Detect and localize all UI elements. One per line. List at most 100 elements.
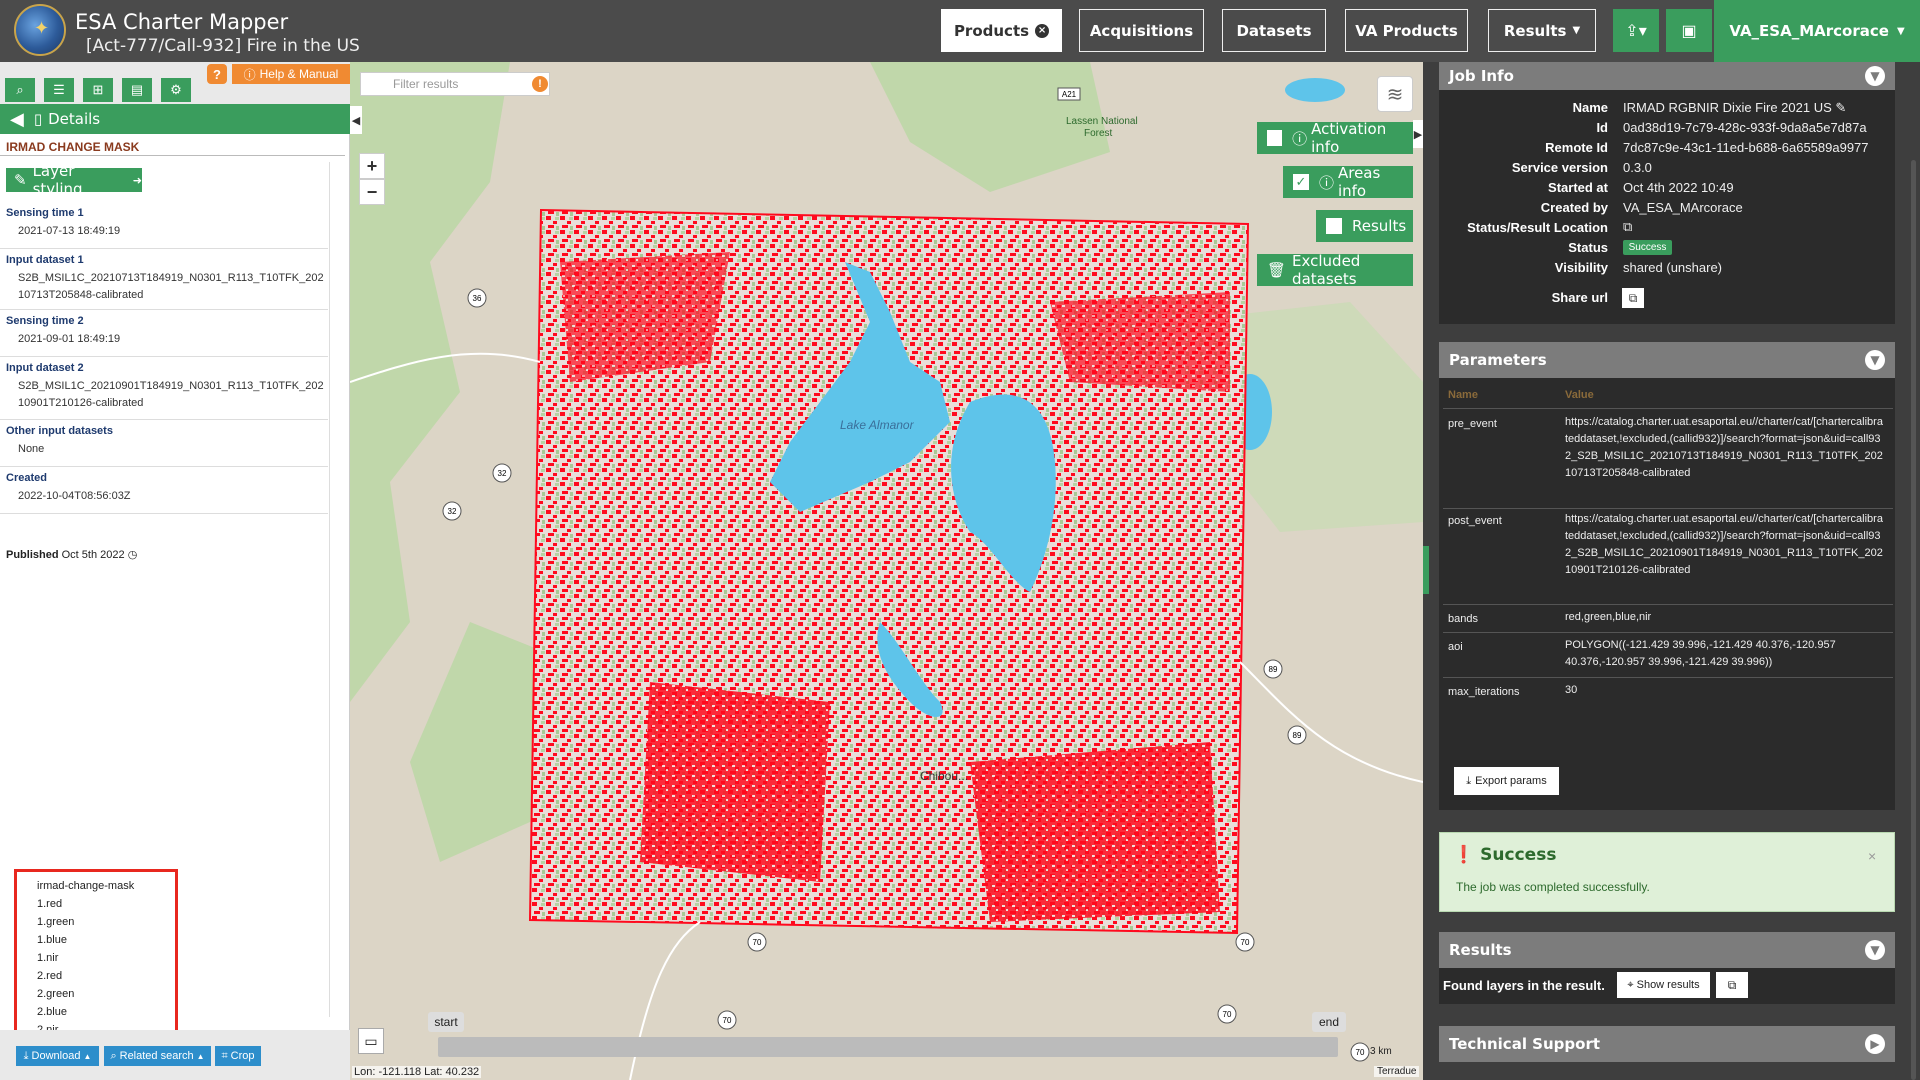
settings-tool-button[interactable]: ⚙: [161, 78, 191, 102]
help-manual-button[interactable]: ⓘ Help & Manual: [232, 64, 350, 84]
show-results-button[interactable]: ⌖ Show results: [1617, 972, 1710, 998]
chevron-down-icon[interactable]: ▼: [1865, 66, 1885, 86]
technical-support-header[interactable]: Technical Support ▶: [1439, 1026, 1895, 1062]
change-cluster: [640, 682, 830, 882]
related-search-button[interactable]: ⌕ Related search ▲: [104, 1046, 211, 1066]
close-icon[interactable]: ×: [1868, 848, 1876, 864]
briefcase-button[interactable]: ▣: [1666, 9, 1712, 52]
map-marker-icon: ⌖: [1627, 978, 1634, 991]
chevron-down-icon[interactable]: ▼: [1865, 940, 1885, 960]
nav-va-products-button[interactable]: VA Products: [1345, 9, 1468, 52]
band-item[interactable]: 1.blue: [37, 934, 67, 946]
excluded-datasets-button[interactable]: 🗑 Excluded datasets: [1257, 252, 1413, 288]
info-created: Created 2022-10-04T08:56:03Z: [0, 468, 328, 514]
close-icon[interactable]: ×: [1035, 23, 1050, 38]
layer-styling-button[interactable]: ✎ Layer styling ➜: [6, 162, 142, 198]
right-panel-scrollbar[interactable]: [1911, 160, 1916, 1080]
results-header[interactable]: Results ▼: [1439, 932, 1895, 968]
visibility-value[interactable]: shared (unshare): [1623, 260, 1722, 275]
basket-tool-button[interactable]: ⊞: [83, 78, 113, 102]
job-info-header[interactable]: Job Info ▼: [1439, 62, 1895, 90]
band-item[interactable]: 2.red: [37, 970, 62, 982]
band-item[interactable]: 1.nir: [37, 952, 58, 964]
zoom-in-button[interactable]: +: [359, 153, 385, 179]
export-params-label: Export params: [1475, 775, 1547, 787]
checkbox-checked[interactable]: ✓: [1293, 174, 1309, 190]
change-cluster: [970, 742, 1220, 922]
filter-results-input[interactable]: Filter results: [360, 72, 550, 96]
job-info-value: VA_ESA_MArcorace: [1623, 200, 1743, 215]
job-info-label: Service version: [1511, 160, 1608, 175]
search-tool-button[interactable]: ⌕: [5, 78, 35, 102]
activation-info-toggle[interactable]: ⓘ Activation info: [1257, 120, 1413, 156]
lassen-label-2: Forest: [1084, 128, 1113, 139]
divider: [1443, 508, 1893, 509]
param-value: https://catalog.charter.uat.esaportal.eu…: [1565, 416, 1883, 479]
band-item[interactable]: irmad-change-mask: [37, 880, 134, 892]
archive-tool-button[interactable]: ▤: [122, 78, 152, 102]
chevron-right-icon[interactable]: ▶: [1865, 1034, 1885, 1054]
download-button[interactable]: ⤓ Download ▲: [16, 1046, 99, 1066]
published-label: Published: [6, 549, 59, 561]
export-params-button[interactable]: ⤓ Export params: [1454, 767, 1559, 795]
svg-text:89: 89: [1293, 731, 1302, 740]
band-item[interactable]: 1.green: [37, 916, 74, 928]
band-item[interactable]: 1.red: [37, 898, 62, 910]
chevron-left-icon[interactable]: ◀: [10, 109, 24, 130]
external-link-icon[interactable]: ⧉: [1623, 219, 1632, 235]
job-info-label: Id: [1596, 120, 1608, 135]
info-label: Input dataset 2: [6, 362, 84, 374]
nav-results-button[interactable]: Results ▼: [1488, 9, 1596, 52]
download-band-menu: irmad-change-mask 1.red 1.green 1.blue 1…: [14, 869, 178, 1043]
copy-results-button[interactable]: ⧉: [1716, 972, 1748, 998]
nav-datasets-button[interactable]: Datasets: [1222, 9, 1326, 52]
band-item[interactable]: 2.green: [37, 988, 74, 1000]
results-toggle[interactable]: Results: [1316, 210, 1413, 242]
warning-icon[interactable]: !: [532, 76, 548, 92]
screenshot-icon[interactable]: ▭: [358, 1028, 384, 1054]
help-question-button[interactable]: ?: [207, 64, 227, 84]
upload-icon: ⇪▾: [1625, 22, 1647, 40]
checkbox[interactable]: [1267, 130, 1283, 146]
crop-button[interactable]: ⌗ Crop: [215, 1046, 261, 1066]
nav-acquisitions-button[interactable]: Acquisitions: [1079, 9, 1204, 52]
copy-share-url-button[interactable]: ⧉: [1622, 288, 1644, 308]
user-name: VA_ESA_MArcorace: [1729, 22, 1889, 40]
info-input-dataset-2: Input dataset 2 S2B_MSIL1C_20210901T1849…: [0, 358, 328, 420]
param-name: pre_event: [1448, 418, 1497, 430]
param-header-value: Value: [1565, 389, 1594, 401]
details-bar[interactable]: ◀ ▯ Details: [0, 104, 350, 134]
brush-icon: ✎: [14, 171, 27, 189]
chevron-down-icon[interactable]: ▼: [1865, 350, 1885, 370]
band-item[interactable]: 2.blue: [37, 1006, 67, 1018]
lassen-label: Lassen National: [1066, 116, 1138, 127]
collapse-right-panel-button[interactable]: ▶: [1413, 120, 1423, 148]
timeline-start-label[interactable]: start: [428, 1012, 464, 1032]
job-info-value: Oct 4th 2022 10:49: [1623, 180, 1734, 195]
map-attribution[interactable]: Terradue: [1374, 1066, 1420, 1077]
nav-products-button[interactable]: Products ×: [941, 9, 1062, 52]
job-info-value: 0.3.0: [1623, 160, 1652, 175]
list-tool-button[interactable]: ☰: [44, 78, 74, 102]
layers-button[interactable]: ≋: [1377, 76, 1413, 112]
document-icon: ▯: [33, 110, 43, 128]
param-value: red,green,blue,nir: [1565, 611, 1652, 623]
map-view[interactable]: Lake Almanor Lassen National Forest Chib…: [350, 62, 1423, 1080]
upload-button[interactable]: ⇪▾: [1613, 9, 1659, 52]
charter-logo[interactable]: ✦: [14, 4, 66, 56]
left-bottom-bar: ⤓ Download ▲ ⌕ Related search ▲ ⌗ Crop: [0, 1030, 350, 1080]
timeline-slider[interactable]: [438, 1037, 1338, 1057]
app-title: ESA Charter Mapper: [75, 10, 289, 34]
pencil-icon[interactable]: ✎: [1835, 100, 1846, 115]
timeline-end-label[interactable]: end: [1312, 1012, 1346, 1032]
parameters-header[interactable]: Parameters ▼: [1439, 342, 1895, 378]
panel-resize-handle[interactable]: [1423, 546, 1429, 594]
info-label: Sensing time 1: [6, 207, 84, 219]
svg-text:70: 70: [1223, 1010, 1232, 1019]
info-icon: ⓘ: [1292, 129, 1308, 148]
user-menu[interactable]: VA_ESA_MArcorace ▼: [1714, 0, 1920, 62]
areas-info-toggle[interactable]: ✓ ⓘ Areas info: [1283, 164, 1413, 200]
collapse-left-panel-button[interactable]: ◀: [350, 106, 362, 134]
checkbox[interactable]: [1326, 218, 1342, 234]
zoom-out-button[interactable]: −: [359, 179, 385, 205]
